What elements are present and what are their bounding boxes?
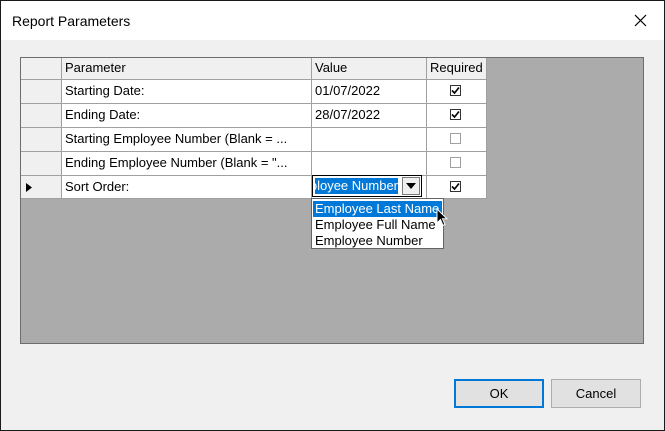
- checkmark-icon: [451, 86, 460, 95]
- parameter-name-cell: Ending Employee Number (Blank = "...: [62, 152, 312, 176]
- value-cell[interactable]: [312, 152, 427, 176]
- mouse-pointer-icon: [436, 208, 448, 227]
- sort-order-selected-text[interactable]: Employee Number: [315, 178, 398, 194]
- row-header-current[interactable]: [21, 176, 62, 199]
- parameter-name-cell: Starting Date:: [62, 80, 312, 104]
- checkmark-icon: [451, 182, 460, 191]
- close-icon: [634, 14, 647, 27]
- required-checkbox[interactable]: [450, 85, 461, 96]
- column-header-value[interactable]: Value: [312, 58, 427, 80]
- dropdown-option-number[interactable]: Employee Number: [313, 233, 442, 249]
- checkmark-icon: [451, 110, 460, 119]
- cancel-button[interactable]: Cancel: [551, 379, 641, 408]
- value-cell[interactable]: 01/07/2022: [312, 80, 427, 104]
- sort-order-dropdown-list[interactable]: Employee Last Name Employee Full Name Em…: [311, 198, 444, 249]
- column-header-parameter[interactable]: Parameter: [62, 58, 312, 80]
- column-header-required[interactable]: Required: [427, 58, 487, 80]
- dropdown-option-last-name[interactable]: Employee Last Name: [313, 201, 442, 217]
- triangle-right-icon: [26, 183, 32, 192]
- close-button[interactable]: [618, 1, 664, 40]
- required-checkbox[interactable]: [450, 181, 461, 192]
- required-checkbox[interactable]: [450, 157, 461, 168]
- chevron-down-icon: [406, 183, 416, 189]
- dropdown-option-full-name[interactable]: Employee Full Name: [313, 217, 442, 233]
- row-header[interactable]: [21, 128, 62, 152]
- dialog-title: Report Parameters: [12, 13, 131, 29]
- sort-order-combobox[interactable]: Employee Number: [312, 175, 422, 197]
- value-cell[interactable]: 28/07/2022: [312, 104, 427, 128]
- sort-order-dropdown-button[interactable]: [402, 177, 420, 195]
- required-checkbox[interactable]: [450, 133, 461, 144]
- required-checkbox[interactable]: [450, 109, 461, 120]
- parameter-name-cell: Starting Employee Number (Blank = ...: [62, 128, 312, 152]
- row-header[interactable]: [21, 104, 62, 128]
- title-bar: Report Parameters: [1, 1, 664, 40]
- row-header[interactable]: [21, 152, 62, 176]
- ok-button[interactable]: OK: [454, 379, 544, 408]
- parameter-name-cell: Ending Date:: [62, 104, 312, 128]
- grid-corner-header: [21, 58, 62, 80]
- value-cell[interactable]: [312, 128, 427, 152]
- parameter-name-cell: Sort Order:: [62, 176, 312, 199]
- row-header[interactable]: [21, 80, 62, 104]
